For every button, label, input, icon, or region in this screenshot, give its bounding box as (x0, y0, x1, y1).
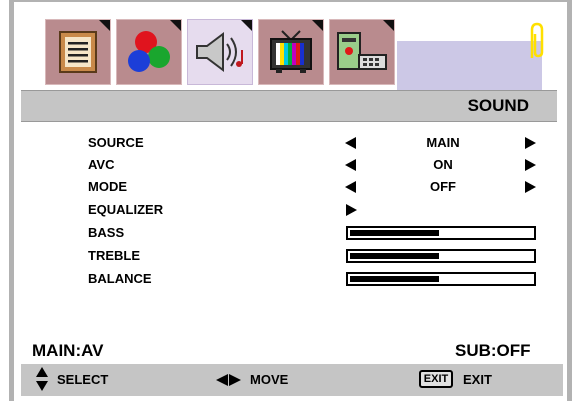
treble-slider[interactable] (346, 249, 536, 263)
menu-row-equalizer[interactable]: EQUALIZER (88, 202, 548, 220)
main-source-status: MAIN:AV (32, 341, 104, 360)
sub-source-status: SUB:OFF (455, 341, 531, 360)
tab-corner-mark (99, 20, 110, 31)
row-label: SOURCE (88, 135, 144, 150)
tab-program-list[interactable] (45, 19, 111, 85)
menu-tab-bar (21, 17, 557, 105)
arrow-right-icon[interactable] (525, 137, 536, 149)
menu-row-source[interactable]: SOURCE MAIN (88, 135, 548, 153)
arrow-left-icon[interactable] (345, 181, 356, 193)
tab-corner-mark (312, 20, 323, 31)
menu-title: SOUND (467, 96, 529, 115)
arrow-left-icon[interactable] (345, 159, 356, 171)
help-exit: EXIT (463, 372, 492, 387)
tab-corner-mark (383, 20, 394, 31)
slider-fill (350, 230, 439, 236)
tv-icon (270, 30, 312, 73)
arrow-right-icon[interactable] (346, 204, 357, 216)
menu-title-bar: SOUND (21, 90, 557, 122)
row-value: MAIN (426, 135, 460, 150)
arrow-right-icon[interactable] (525, 181, 536, 193)
tab-corner-mark (241, 20, 252, 31)
slider-fill (350, 276, 439, 282)
computer-icon (337, 32, 387, 70)
exit-key-icon: EXIT (419, 370, 453, 388)
menu-row-avc[interactable]: AVC ON (88, 157, 548, 175)
row-label: AVC (88, 157, 115, 172)
paperclip-icon (530, 22, 544, 58)
bass-slider[interactable] (346, 226, 536, 240)
tab-function[interactable] (329, 19, 395, 85)
row-label: BASS (88, 225, 125, 240)
row-value: ON (433, 157, 453, 172)
row-label: MODE (88, 179, 127, 194)
arrow-left-icon[interactable] (345, 137, 356, 149)
row-value: OFF (430, 179, 456, 194)
help-bar: SELECT MOVE EXIT EXIT (21, 364, 563, 396)
row-label: EQUALIZER (88, 202, 164, 217)
speaker-icon (196, 32, 243, 72)
row-label: TREBLE (88, 248, 140, 263)
row-label: BALANCE (88, 271, 152, 286)
left-right-arrows-icon (216, 374, 242, 386)
help-move: MOVE (250, 372, 289, 387)
tab-channel[interactable] (258, 19, 324, 85)
up-down-arrows-icon (36, 367, 48, 393)
balance-slider[interactable] (346, 272, 536, 286)
color-balls-icon (128, 31, 170, 72)
menu-row-bass[interactable]: BASS (88, 225, 548, 243)
tab-corner-mark (170, 20, 181, 31)
menu-row-mode[interactable]: MODE OFF (88, 179, 548, 197)
tab-sound[interactable] (187, 19, 253, 85)
tab-picture[interactable] (116, 19, 182, 85)
slider-fill (350, 253, 439, 259)
menu-row-treble[interactable]: TREBLE (88, 248, 548, 266)
menu-row-balance[interactable]: BALANCE (88, 271, 548, 289)
arrow-right-icon[interactable] (525, 159, 536, 171)
program-list-icon (59, 31, 97, 73)
help-select: SELECT (57, 372, 109, 387)
